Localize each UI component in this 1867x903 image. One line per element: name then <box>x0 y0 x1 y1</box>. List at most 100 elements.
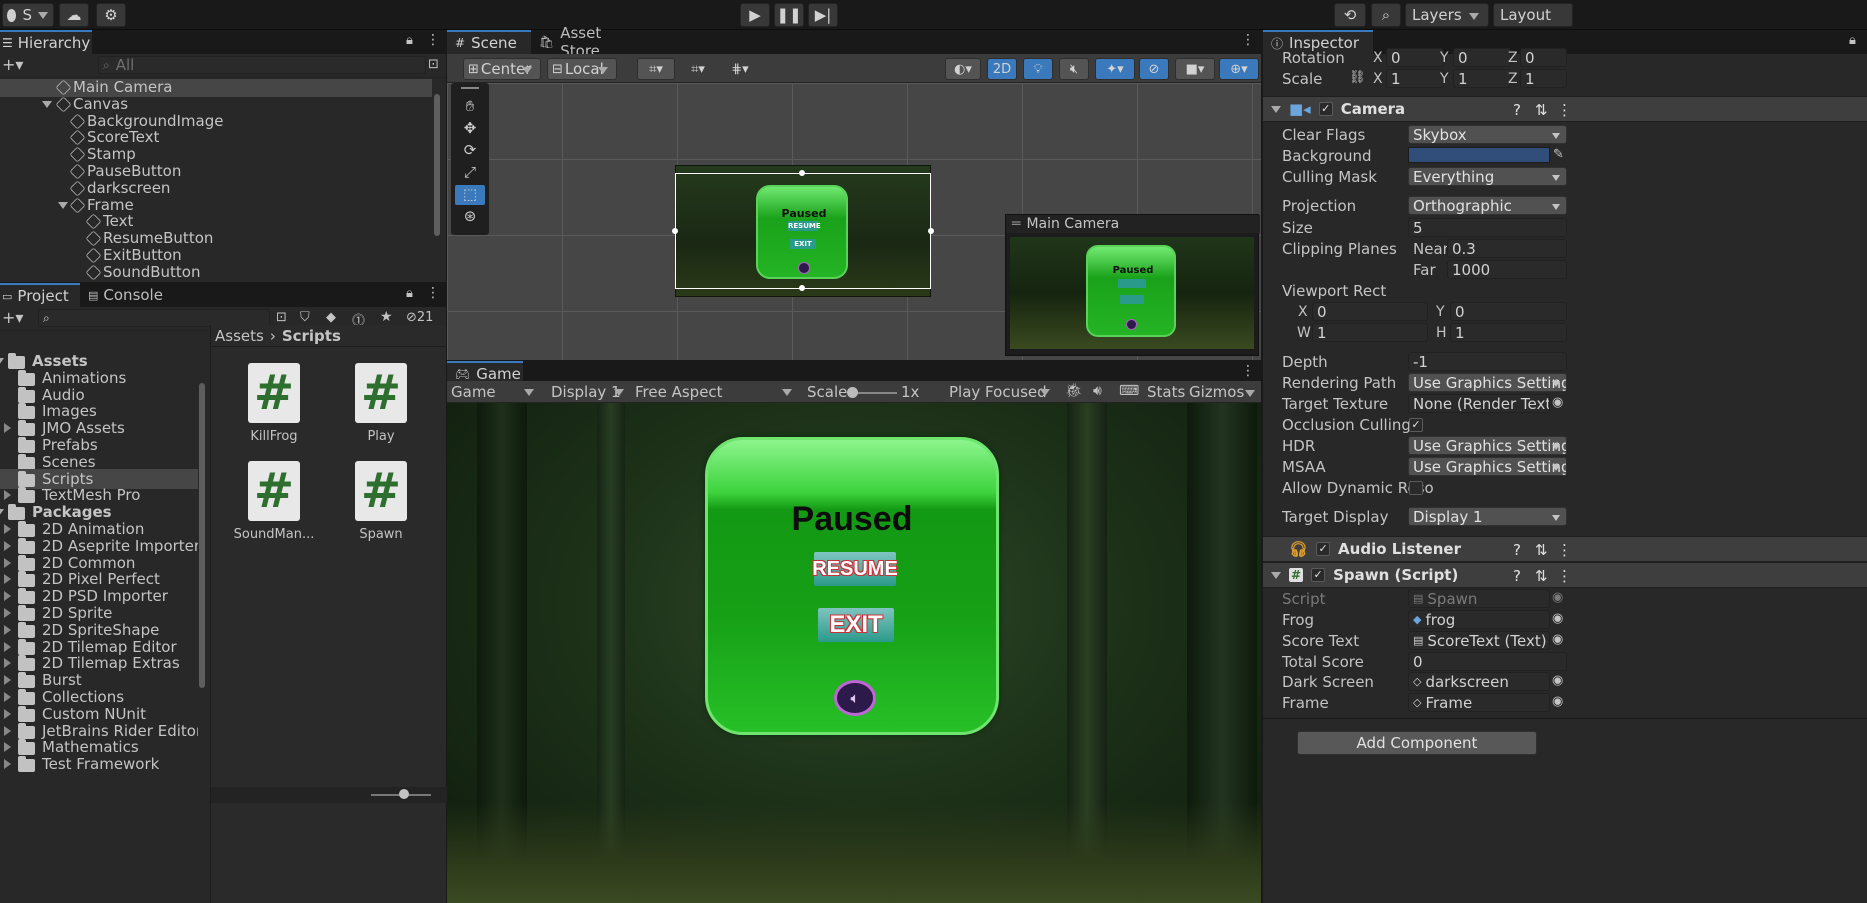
add-icon[interactable]: +▾ <box>2 55 23 74</box>
chevron-right-icon[interactable] <box>4 624 11 635</box>
object-picker-icon[interactable]: ◉ <box>1552 632 1563 647</box>
frame-field[interactable]: ◇ Frame <box>1408 693 1550 712</box>
search-button[interactable]: ⌕ <box>1371 3 1401 27</box>
breadcrumb-scripts[interactable]: Scripts <box>282 327 341 345</box>
chevron-right-icon[interactable] <box>4 641 11 652</box>
scene-viewport[interactable]: ✋︎ ✥ ⟳ ⤢ ⬚ ⊛ Paused RESUME EXIT ═ Main C… <box>447 83 1261 360</box>
rect-tool-icon[interactable]: ⬚ <box>455 185 485 205</box>
chevron-right-icon[interactable] <box>4 658 11 669</box>
lock-icon[interactable]: 🔒︎ <box>1849 33 1856 48</box>
grid-snap-button[interactable]: ⌗▾ <box>637 58 675 80</box>
occlusion-culling-checkbox[interactable]: ✓ <box>1409 418 1423 432</box>
grid-visibility-button[interactable]: ⋕▾ <box>721 58 759 80</box>
audio-toggle[interactable]: 🔇︎ <box>1059 58 1089 80</box>
expand-toggle-icon[interactable] <box>42 100 52 108</box>
move-tool-icon[interactable]: ✥ <box>455 119 485 139</box>
viewport-h-field[interactable]: 1 <box>1450 323 1567 342</box>
tab-asset-store[interactable]: 🛍︎ Asset Store <box>531 24 639 60</box>
audio-listener-header[interactable]: 🎧︎ ✓ Audio Listener ? ⇅ ⋮ <box>1263 536 1867 562</box>
zoom-slider-thumb[interactable] <box>399 789 409 799</box>
bug-icon[interactable]: 🐞︎ <box>1065 383 1083 399</box>
rotation-y-field[interactable]: 0 <box>1453 48 1511 67</box>
help-icon[interactable]: ? <box>1513 541 1521 559</box>
scale-tool-icon[interactable]: ⤢ <box>455 163 485 183</box>
culling-mask-dropdown[interactable]: Everything <box>1408 167 1567 186</box>
object-picker-icon[interactable]: ◉ <box>1552 611 1563 626</box>
effects-dropdown[interactable]: ✦▾ <box>1095 58 1135 80</box>
script-asset[interactable]: # <box>248 461 300 521</box>
more-menu-icon[interactable]: ⋮ <box>426 32 440 48</box>
scene-visibility-toggle[interactable]: ⊘ <box>1139 58 1169 80</box>
script-asset[interactable]: # <box>355 461 407 521</box>
chevron-down-icon[interactable] <box>1271 571 1281 579</box>
far-field[interactable]: 1000 <box>1447 260 1567 279</box>
viewport-x-field[interactable]: 0 <box>1312 302 1428 321</box>
viewport-w-field[interactable]: 1 <box>1312 323 1428 342</box>
lock-icon[interactable]: 🔒︎ <box>406 33 413 48</box>
more-menu-icon[interactable]: ⋮ <box>1241 32 1255 48</box>
chevron-down-icon[interactable] <box>0 509 4 517</box>
chevron-right-icon[interactable] <box>4 423 11 434</box>
chevron-right-icon[interactable] <box>4 608 11 618</box>
chevron-right-icon[interactable] <box>4 742 11 753</box>
chevron-down-icon[interactable] <box>0 358 4 365</box>
dark-screen-field[interactable]: ◇ darkscreen <box>1408 672 1550 691</box>
exit-button[interactable]: EXIT <box>818 608 894 642</box>
tab-scene[interactable]: # Scene <box>447 30 531 54</box>
dynamic-resolution-checkbox[interactable] <box>1409 481 1423 495</box>
rect-handle[interactable] <box>928 228 934 234</box>
layout-dropdown[interactable]: Layout <box>1493 3 1573 27</box>
game-mode-dropdown[interactable]: Game <box>451 382 541 402</box>
spawn-enabled-checkbox[interactable]: ✓ <box>1311 568 1326 582</box>
rotate-tool-icon[interactable]: ⟳ <box>455 141 485 161</box>
size-field[interactable]: 5 <box>1408 218 1567 237</box>
pivot-dropdown[interactable]: ⊞ Center <box>463 58 541 80</box>
expand-toggle-icon[interactable] <box>58 201 68 209</box>
cloud-button[interactable]: ☁ <box>59 3 89 27</box>
add-icon[interactable]: +▾ <box>2 308 23 327</box>
collab-button[interactable]: ⚙ <box>96 3 126 27</box>
spawn-script-header[interactable]: # ✓ Spawn (Script) ? ⇅ ⋮ <box>1263 562 1867 588</box>
chevron-right-icon[interactable] <box>4 490 11 501</box>
hierarchy-search-input[interactable]: ⌕ All <box>98 56 426 74</box>
step-button[interactable]: ▶| <box>808 3 838 27</box>
display-dropdown[interactable]: Display 1 <box>551 382 631 402</box>
camera-settings-dropdown[interactable]: ■▾ <box>1175 58 1215 80</box>
audio-listener-checkbox[interactable]: ✓ <box>1316 542 1331 556</box>
chevron-right-icon[interactable] <box>4 557 11 568</box>
more-menu-icon[interactable]: ⋮ <box>1557 101 1572 119</box>
object-picker-icon[interactable]: ◉ <box>1552 694 1563 709</box>
2d-toggle[interactable]: 2D <box>987 58 1017 80</box>
account-dropdown[interactable]: S <box>2 3 54 27</box>
draw-mode-button[interactable]: ◐▾ <box>945 58 981 80</box>
more-menu-icon[interactable]: ⋮ <box>1241 363 1255 379</box>
play-focus-dropdown[interactable]: Play Focused <box>949 382 1057 402</box>
preset-icon[interactable]: ⇅ <box>1535 541 1548 559</box>
gizmos-button[interactable]: Gizmos <box>1189 383 1244 401</box>
project-tree-scrollbar[interactable] <box>199 383 205 688</box>
rotation-x-field[interactable]: 0 <box>1386 48 1444 67</box>
gizmos-dropdown[interactable]: ⊕▾ <box>1219 58 1259 80</box>
scale-y-field[interactable]: 1 <box>1453 69 1511 88</box>
preset-icon[interactable]: ⇅ <box>1535 101 1548 119</box>
chevron-right-icon[interactable] <box>4 759 11 770</box>
search-filter-icon[interactable]: ⊡ <box>428 57 439 72</box>
scale-x-field[interactable]: 1 <box>1386 69 1444 88</box>
audio-icon[interactable]: 🔊︎ <box>1093 383 1102 399</box>
msaa-dropdown[interactable]: Use Graphics Settings <box>1408 457 1567 476</box>
rect-handle[interactable] <box>672 228 678 234</box>
camera-component-header[interactable]: ■◂ ✓ Camera ? ⇅ ⋮ <box>1263 96 1867 122</box>
help-icon[interactable]: ? <box>1513 567 1521 585</box>
resume-button[interactable]: RESUME <box>812 552 898 586</box>
chevron-right-icon[interactable] <box>4 574 11 585</box>
tab-hierarchy[interactable]: ☰ Hierarchy <box>0 30 92 54</box>
rendering-path-dropdown[interactable]: Use Graphics Settings <box>1408 373 1567 392</box>
lighting-toggle[interactable]: 💡︎ <box>1023 58 1053 80</box>
script-asset[interactable]: # <box>355 363 407 423</box>
chevron-right-icon[interactable] <box>4 675 11 686</box>
rotation-z-field[interactable]: 0 <box>1520 48 1567 67</box>
target-texture-field[interactable]: None (Render Texture) <box>1408 394 1550 413</box>
chevron-right-icon[interactable] <box>4 540 11 551</box>
space-dropdown[interactable]: ⊟ Local <box>547 58 617 80</box>
folder-item[interactable]: Test Framework <box>0 754 198 774</box>
